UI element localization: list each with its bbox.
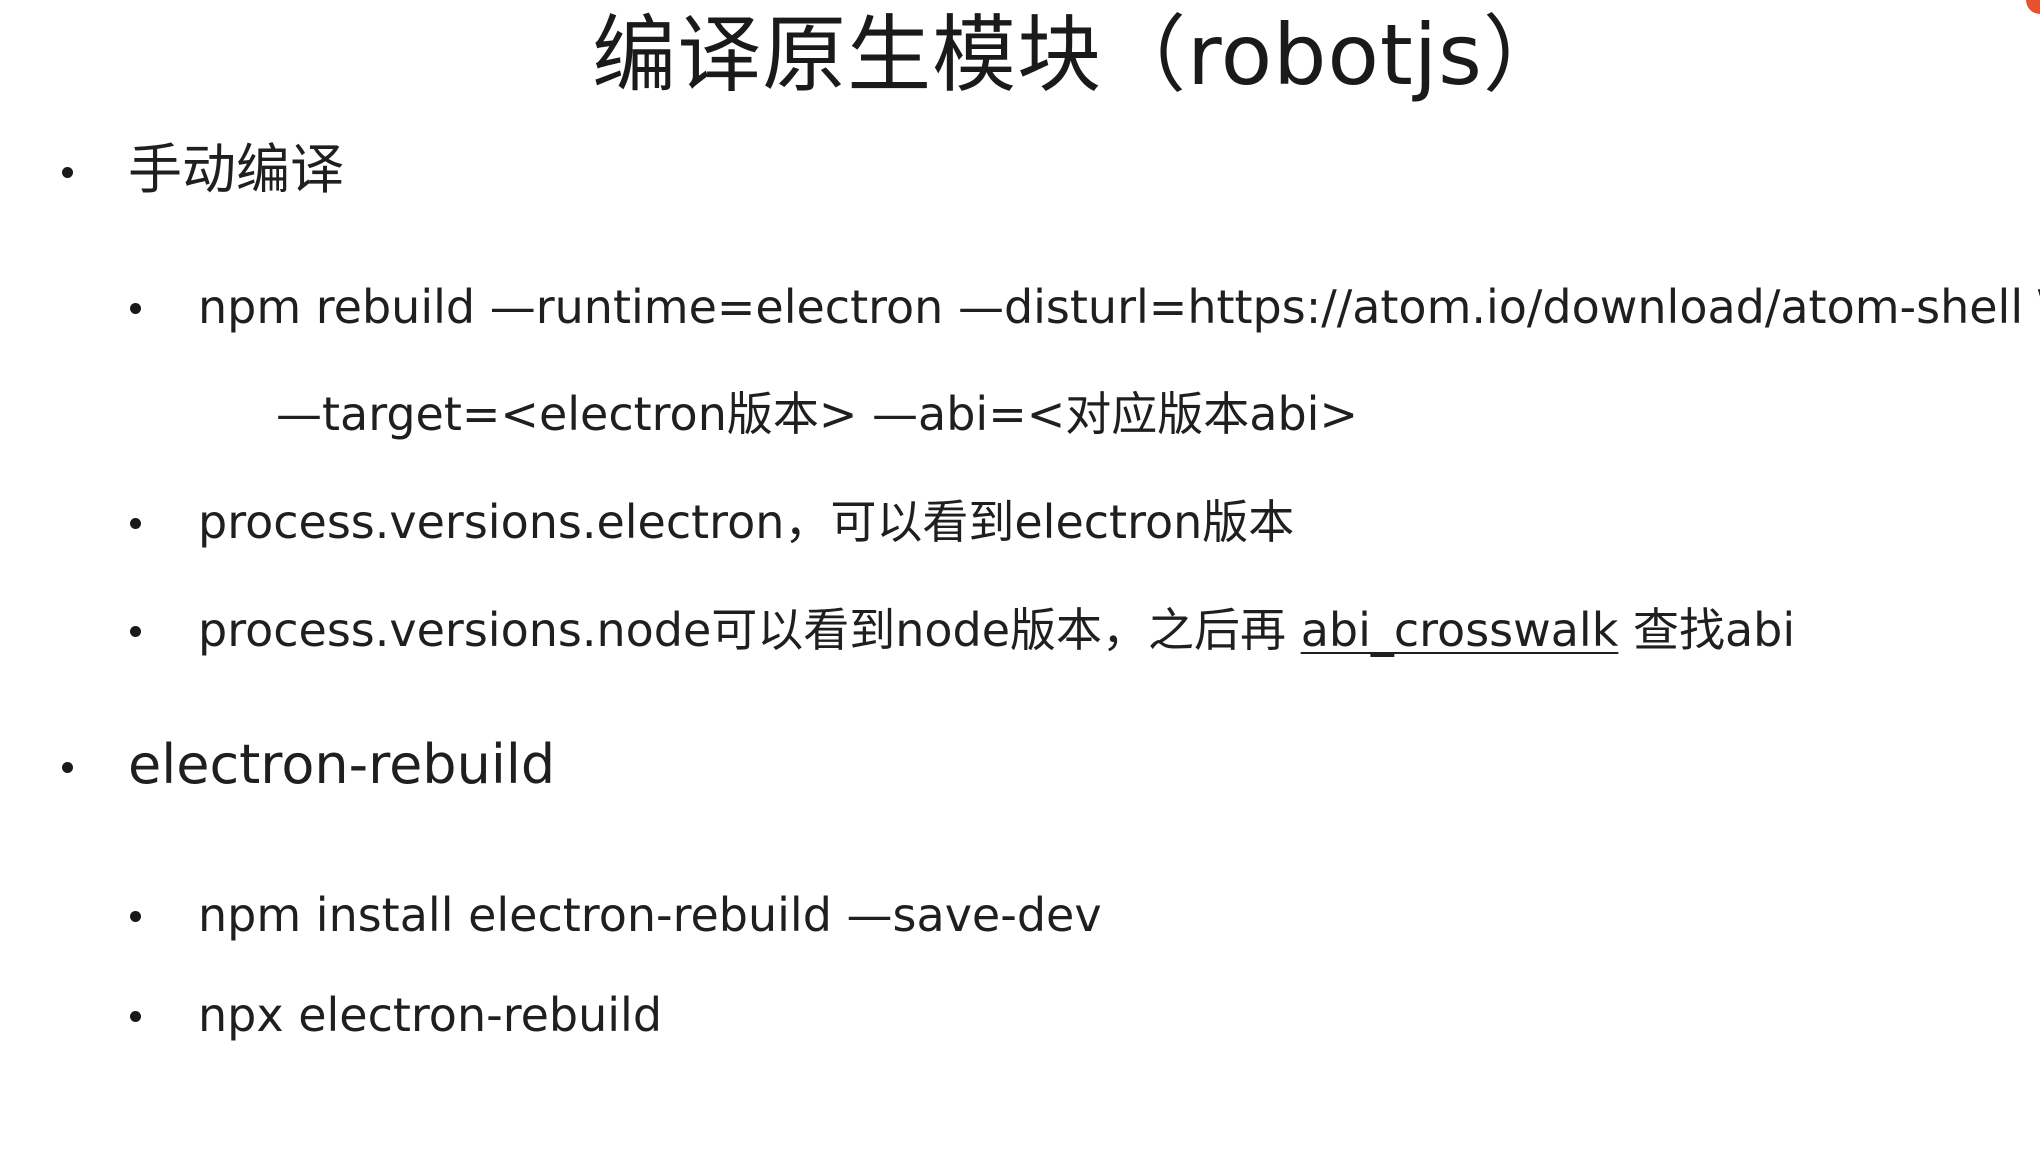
bullet-icon <box>62 762 73 773</box>
bullet-icon <box>62 167 73 178</box>
section-manual-compile: 手动编译 <box>60 135 344 205</box>
bullet-icon <box>130 303 141 314</box>
list-item: process.versions.node可以看到node版本，之后再 abi_… <box>128 600 1795 660</box>
bullet-icon <box>130 1011 141 1022</box>
bullet-icon <box>130 518 141 529</box>
section-electron-rebuild: electron-rebuild <box>60 730 555 800</box>
list-item: npm install electron-rebuild —save-dev <box>128 885 1102 945</box>
bullet-icon <box>130 911 141 922</box>
node-version-note: process.versions.node可以看到node版本，之后再 abi_… <box>198 600 1795 660</box>
slide-title: 编译原生模块（robotjs） <box>592 6 1568 104</box>
slide: 编译原生模块（robotjs） 手动编译 npm rebuild —runtim… <box>0 0 2040 1166</box>
list-item: npx electron-rebuild <box>128 985 662 1045</box>
rebuild-command-line2: —target=<electron版本> —abi=<对应版本abi> <box>276 387 1358 441</box>
list-item: npm rebuild —runtime=electron —disturl=h… <box>128 277 2040 337</box>
rebuild-command-line1: npm rebuild —runtime=electron —disturl=h… <box>198 280 2040 334</box>
node-version-text-after: 查找abi <box>1618 603 1796 657</box>
npx-command: npx electron-rebuild <box>198 988 663 1042</box>
section-label: electron-rebuild <box>128 733 556 796</box>
list-item: process.versions.electron，可以看到electron版本 <box>128 492 1294 552</box>
bullet-icon <box>130 626 141 637</box>
node-version-text: process.versions.node可以看到node版本，之后再 <box>198 603 1301 657</box>
electron-version-note: process.versions.electron，可以看到electron版本 <box>198 495 1295 549</box>
section-label: 手动编译 <box>128 138 344 201</box>
list-item-continuation: —target=<electron版本> —abi=<对应版本abi> <box>276 384 1358 444</box>
install-command: npm install electron-rebuild —save-dev <box>198 888 1102 942</box>
abi-crosswalk-link[interactable]: abi_crosswalk <box>1301 603 1619 657</box>
